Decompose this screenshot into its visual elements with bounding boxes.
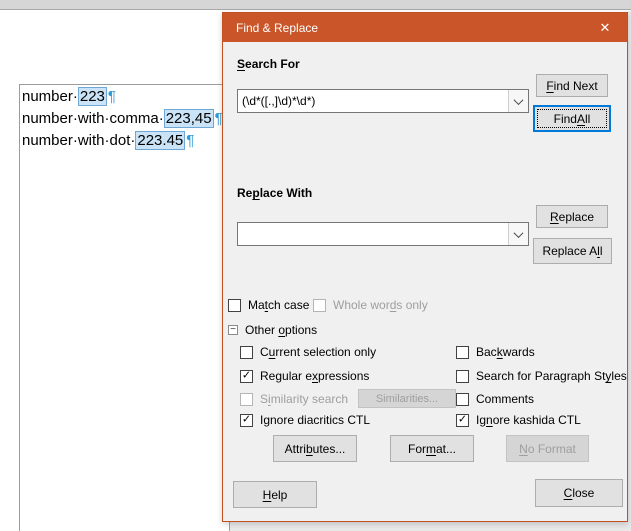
pilcrow-mark: ¶: [186, 132, 195, 149]
checkbox-label: Match case: [248, 298, 310, 312]
find-all-button[interactable]: Find All: [533, 105, 611, 132]
checkbox-label: Ignore diacritics CTL: [260, 413, 371, 427]
checkmark-icon: ✓: [457, 413, 468, 425]
collapse-icon[interactable]: −: [228, 325, 238, 335]
find-replace-dialog: Find & Replace ✕ Search For Find Next Fi…: [222, 12, 628, 522]
checkbox-regular-expressions[interactable]: ✓ Regular expressions: [240, 368, 369, 384]
toolbar-strip: [0, 0, 631, 10]
checkbox-box[interactable]: [456, 345, 469, 359]
checkbox-label: Similarity search: [260, 392, 349, 406]
pilcrow-mark: ¶: [107, 88, 116, 105]
checkbox-box[interactable]: [240, 392, 253, 406]
checkbox-box[interactable]: [240, 345, 253, 359]
checkbox-label: Whole words only: [333, 298, 428, 312]
close-button[interactable]: ✕: [583, 13, 627, 42]
line-text: number·: [22, 88, 78, 105]
chevron-down-icon: [513, 227, 524, 238]
checkbox-box[interactable]: [228, 298, 241, 312]
replace-all-button[interactable]: Replace All: [533, 238, 612, 264]
checkbox-box[interactable]: [456, 392, 469, 406]
checkbox-box[interactable]: ✓: [456, 413, 469, 427]
similarities-button[interactable]: Similarities...: [358, 389, 456, 408]
close-dialog-button[interactable]: Close: [535, 479, 623, 507]
checkbox-whole-words-only[interactable]: Whole words only: [313, 297, 428, 313]
checkbox-ignore-kashida-ctl[interactable]: ✓ Ignore kashida CTL: [456, 412, 581, 428]
search-combobox: [237, 89, 529, 113]
checkbox-box[interactable]: ✓: [240, 369, 253, 383]
find-next-button[interactable]: Find Next: [536, 74, 608, 97]
replace-with-label: Replace With: [237, 186, 313, 200]
background-bottom: [222, 522, 631, 531]
expander-label: Other options: [245, 323, 318, 337]
checkbox-box[interactable]: [313, 298, 326, 312]
replace-button[interactable]: Replace: [536, 205, 608, 228]
document-text[interactable]: number· 223 ¶ number·with·comma· 223,45 ¶ nu…: [22, 86, 223, 152]
checkbox-similarity-search[interactable]: Similarity search: [240, 391, 348, 407]
window-titlebar[interactable]: Find & Replace ✕: [223, 13, 627, 42]
checkbox-label: Current selection only: [260, 345, 377, 359]
chevron-down-icon: [513, 94, 524, 105]
checkbox-search-paragraph-styles[interactable]: Search for Paragraph Styles: [456, 368, 627, 384]
text-line: number· 223 ¶: [22, 86, 223, 108]
checkbox-label: Ignore kashida CTL: [476, 413, 581, 427]
text-line: number·with·comma· 223,45 ¶: [22, 108, 223, 130]
close-icon: ✕: [599, 19, 611, 35]
format-button[interactable]: For m at...: [390, 435, 474, 462]
checkbox-match-case[interactable]: Match case: [228, 297, 309, 313]
checkbox-comments[interactable]: Comments: [456, 391, 534, 407]
search-for-label: Search For: [237, 57, 300, 71]
screen: number· 223 ¶ number·with·comma· 223,45 ¶ nu…: [0, 0, 631, 531]
window-title: Find & Replace: [236, 20, 319, 35]
number-highlight: 223: [77, 87, 107, 106]
number-highlight: 223.45: [135, 131, 186, 150]
line-text: number·with·comma·: [22, 110, 164, 127]
checkbox-label: Search for Paragraph Styles: [476, 369, 627, 383]
expander-other-options[interactable]: − Other options: [228, 322, 317, 338]
checkbox-backwards[interactable]: Backwards: [456, 344, 535, 360]
replace-input[interactable]: [238, 223, 508, 245]
no-format-button[interactable]: No Format: [506, 435, 589, 462]
text-line: number·with·dot· 223.45 ¶: [22, 130, 223, 152]
checkbox-label: Backwards: [476, 345, 535, 359]
line-text: number·with·dot·: [22, 132, 136, 149]
checkbox-label: Comments: [476, 392, 535, 406]
checkbox-box[interactable]: ✓: [240, 413, 253, 427]
checkmark-icon: ✓: [241, 369, 252, 381]
checkbox-box[interactable]: [456, 369, 469, 383]
help-button[interactable]: Help: [233, 481, 317, 508]
checkmark-icon: ✓: [241, 413, 252, 425]
search-input[interactable]: [238, 90, 508, 112]
checkbox-current-selection-only[interactable]: Current selection only: [240, 344, 376, 360]
checkbox-label: Regular expressions: [260, 369, 370, 383]
number-highlight: 223,45: [163, 109, 214, 128]
replace-combobox: [237, 222, 529, 246]
checkbox-ignore-diacritics-ctl[interactable]: ✓ Ignore diacritics CTL: [240, 412, 370, 428]
replace-dropdown-button[interactable]: [508, 223, 528, 245]
attributes-button[interactable]: Attri b utes...: [273, 435, 357, 462]
search-dropdown-button[interactable]: [508, 90, 528, 112]
